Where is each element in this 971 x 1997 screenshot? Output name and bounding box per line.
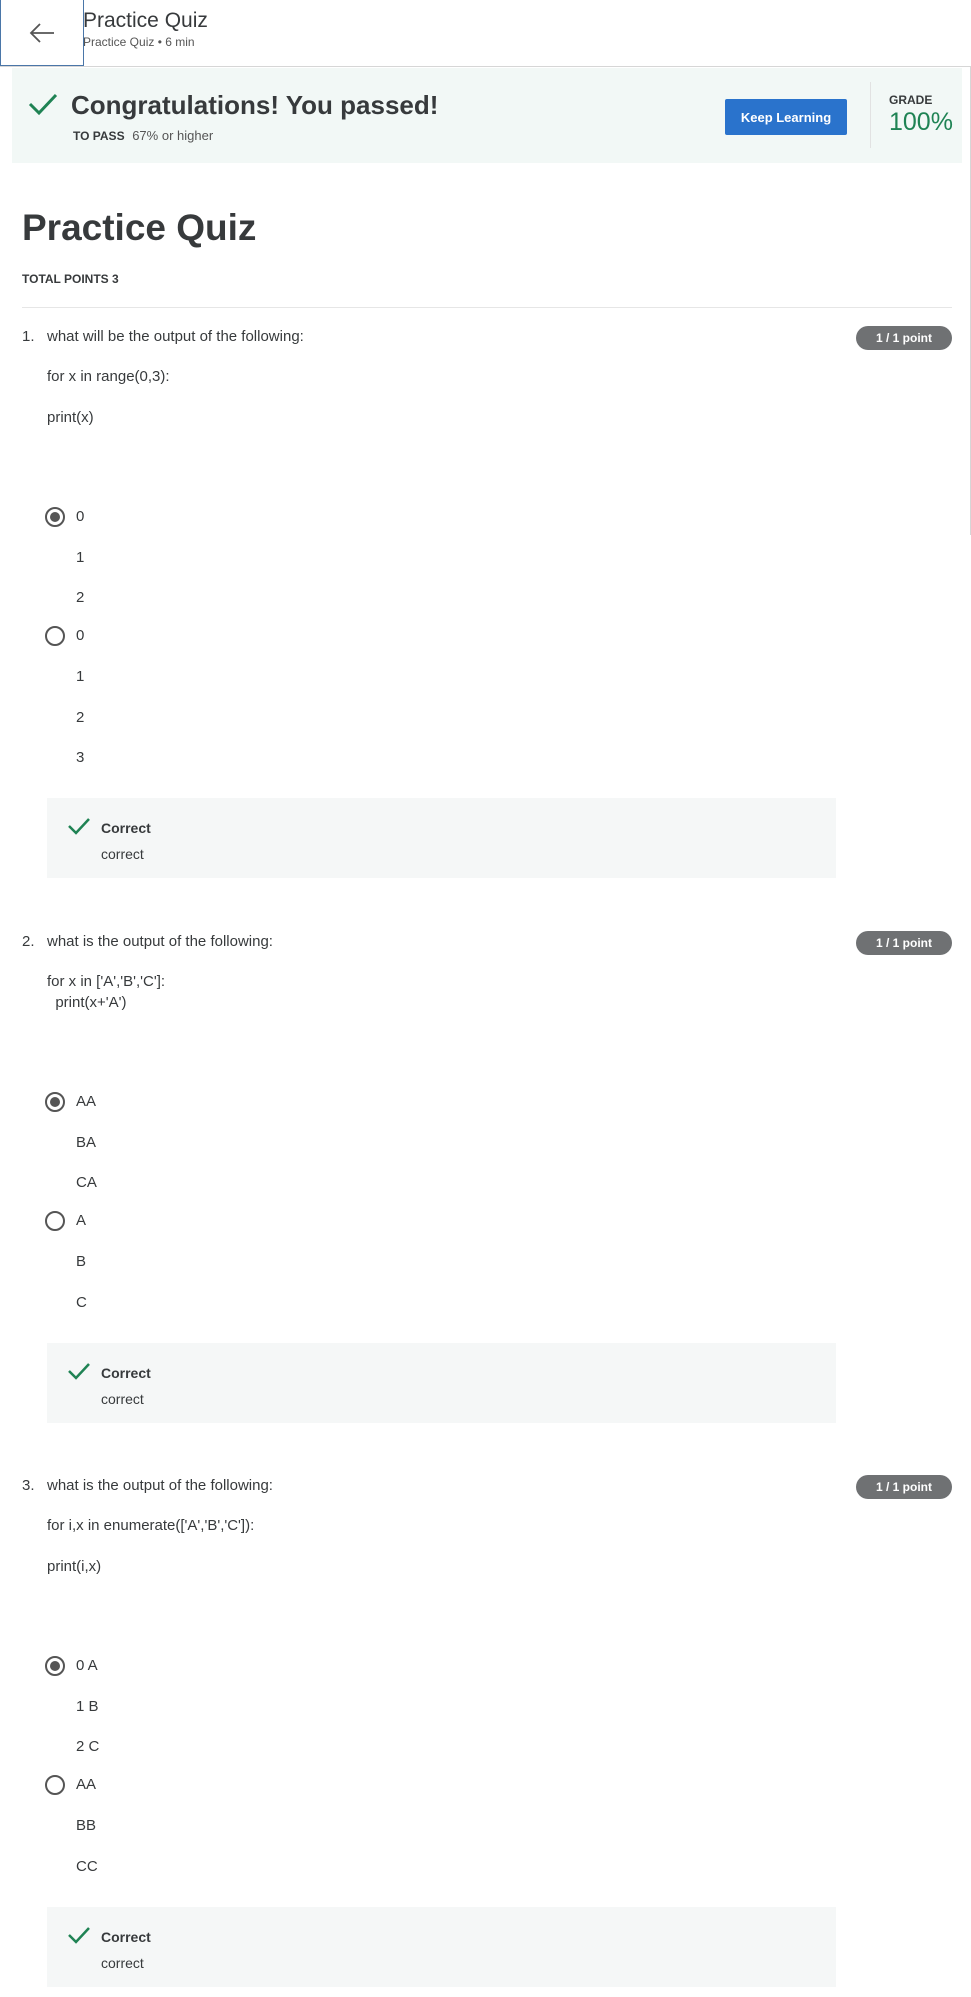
feedback-text: correct bbox=[101, 1391, 144, 1407]
option-line: 1 bbox=[76, 549, 85, 566]
page-title: Practice Quiz bbox=[22, 207, 257, 248]
option-line: 0 A bbox=[76, 1657, 98, 1674]
feedback-text: correct bbox=[101, 1955, 144, 1971]
feedback-title: Correct bbox=[101, 820, 151, 836]
question-number: 3. bbox=[22, 1477, 35, 1494]
header-title: Practice Quiz bbox=[83, 9, 208, 32]
to-pass-label: TO PASS bbox=[73, 129, 125, 143]
option-line: 1 bbox=[76, 668, 85, 685]
option-line: CA bbox=[76, 1174, 97, 1191]
option-line: 0 bbox=[76, 508, 85, 525]
points-badge: 1 / 1 point bbox=[856, 326, 952, 350]
option-radio[interactable] bbox=[45, 1656, 65, 1676]
points-badge: 1 / 1 point bbox=[856, 1475, 952, 1499]
option-line: 2 bbox=[76, 589, 85, 606]
option-radio[interactable] bbox=[45, 507, 65, 527]
option-line: 1 B bbox=[76, 1698, 99, 1715]
checkmark-icon bbox=[28, 93, 58, 116]
question-code-line: print(x+'A') bbox=[47, 994, 127, 1011]
divider bbox=[870, 82, 871, 148]
question-text: what is the output of the following: bbox=[47, 933, 273, 950]
grade-label: GRADE bbox=[889, 93, 933, 107]
question-code-line: for x in ['A','B','C']: bbox=[47, 973, 166, 990]
total-points: TOTAL POINTS 3 bbox=[22, 272, 119, 286]
feedback-title: Correct bbox=[101, 1365, 151, 1381]
feedback-box: Correct correct bbox=[47, 1343, 836, 1423]
option-line: 3 bbox=[76, 749, 85, 766]
question-number: 2. bbox=[22, 933, 35, 950]
option-line: 2 C bbox=[76, 1738, 100, 1755]
checkmark-icon bbox=[68, 1927, 90, 1944]
feedback-box: Correct correct bbox=[47, 798, 836, 878]
option-line: AA bbox=[76, 1093, 97, 1110]
option-radio[interactable] bbox=[45, 626, 65, 646]
banner-title: Congratulations! You passed! bbox=[71, 90, 439, 120]
question-code-line: print(x) bbox=[47, 409, 94, 426]
question-code-line: for x in range(0,3): bbox=[47, 368, 170, 385]
arrow-left-icon bbox=[29, 22, 54, 43]
option-radio[interactable] bbox=[45, 1775, 65, 1795]
option-line: AA bbox=[76, 1776, 97, 1793]
question-text: what will be the output of the following… bbox=[47, 328, 304, 345]
to-pass-value: 67% or higher bbox=[132, 128, 214, 143]
option-line: BB bbox=[76, 1817, 97, 1834]
pass-requirement: TO PASS 67% or higher bbox=[73, 128, 213, 143]
points-badge: 1 / 1 point bbox=[856, 931, 952, 955]
question-number: 1. bbox=[22, 328, 35, 345]
back-button[interactable] bbox=[0, 0, 84, 66]
option-line: 0 bbox=[76, 627, 85, 644]
result-banner: Congratulations! You passed! TO PASS 67%… bbox=[12, 68, 962, 163]
option-line: CC bbox=[76, 1858, 98, 1875]
divider bbox=[22, 307, 952, 308]
question-code-line: print(i,x) bbox=[47, 1558, 102, 1575]
option-line: C bbox=[76, 1294, 87, 1311]
option-line: 2 bbox=[76, 709, 85, 726]
option-line: B bbox=[76, 1253, 87, 1270]
option-radio[interactable] bbox=[45, 1092, 65, 1112]
option-line: A bbox=[76, 1212, 87, 1229]
option-radio[interactable] bbox=[45, 1211, 65, 1231]
option-line: BA bbox=[76, 1134, 97, 1151]
header-subtitle: Practice Quiz • 6 min bbox=[83, 35, 195, 49]
grade-value: 100% bbox=[889, 108, 953, 136]
question-code-line: for i,x in enumerate(['A','B','C']): bbox=[47, 1517, 255, 1534]
feedback-title: Correct bbox=[101, 1929, 151, 1945]
question-text: what is the output of the following: bbox=[47, 1477, 273, 1494]
feedback-box: Correct correct bbox=[47, 1907, 836, 1987]
checkmark-icon bbox=[68, 818, 90, 835]
top-bar: Practice Quiz Practice Quiz • 6 min bbox=[0, 0, 971, 67]
feedback-text: correct bbox=[101, 846, 144, 862]
checkmark-icon bbox=[68, 1363, 90, 1380]
keep-learning-button[interactable]: Keep Learning bbox=[725, 99, 847, 135]
